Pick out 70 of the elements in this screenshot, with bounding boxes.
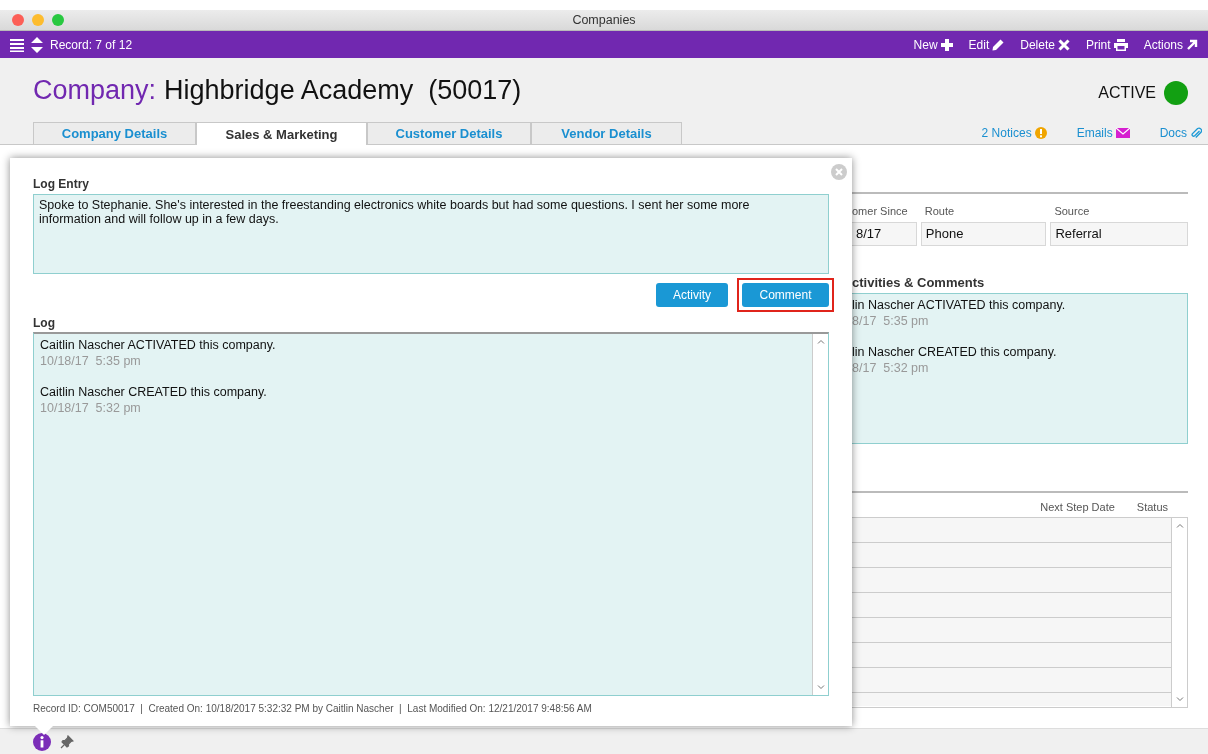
field-label: Route (923, 205, 956, 219)
company-label: Company: (33, 74, 157, 105)
toolbar-button[interactable]: New (913, 37, 953, 52)
section-heading: Log Entry (33, 177, 90, 192)
tab[interactable]: Sales & Marketing (196, 122, 367, 145)
scrollbar[interactable] (812, 334, 828, 695)
window-title: Companies (572, 13, 636, 27)
action-button[interactable]: Comment (742, 283, 829, 307)
envelope-icon (1115, 128, 1130, 138)
table-row[interactable] (852, 518, 1171, 543)
toolbar-button[interactable]: Actions (1143, 37, 1198, 52)
tab[interactable]: Company Details (33, 122, 196, 144)
entry-text: Caitlin Nascher CREATED this company. (40, 385, 268, 399)
zoom-window-button[interactable] (52, 14, 64, 26)
header-link[interactable]: 2 Notices (981, 126, 1047, 140)
record-counter: Record: 7 of 12 (50, 37, 133, 52)
table-row[interactable] (852, 693, 1171, 706)
scroll-up-icon (815, 337, 826, 347)
column-header: Status (1136, 501, 1168, 515)
entry-time: 8/17 5:32 pm (852, 361, 930, 375)
field-label: Source (1053, 205, 1091, 219)
field-box: Referral (1050, 222, 1188, 246)
field-box: Phone (920, 222, 1047, 246)
table-row[interactable] (852, 593, 1171, 618)
scroll-up-icon (1174, 521, 1185, 531)
record-info: Record ID: COM50017 | Created On: 10/18/2017 5:32:32 PM by Caitlin Nascher | Last Modified On: 12/21/2017 9:48:56 AM (33, 703, 593, 714)
entry-time: 10/18/17 5:32 pm (40, 401, 142, 415)
column-header: Next Step Date (1040, 501, 1115, 515)
up-down-arrows-icon[interactable] (31, 36, 43, 53)
tab[interactable]: Vendor Details (531, 122, 682, 144)
arrow-icon (1186, 38, 1198, 51)
table-row[interactable] (852, 643, 1171, 668)
plus-icon (940, 38, 953, 51)
pin-icon[interactable] (60, 734, 74, 749)
info-icon[interactable] (33, 732, 51, 751)
toolbar-button[interactable]: Edit (968, 37, 1005, 52)
toolbar-button[interactable]: Delete (1020, 37, 1070, 52)
entry-time: 8/17 5:35 pm (852, 314, 930, 328)
section-heading: ctivities & Comments (852, 275, 986, 291)
scroll-down-icon (1174, 694, 1185, 704)
close-icon[interactable] (831, 164, 847, 180)
log-entry-field[interactable]: Spoke to Stephanie. She's interested in the freestanding electronics white boards but had some questions. I sent her some more information and will follow up in a few days. (33, 194, 829, 274)
header-link[interactable]: Emails (1076, 126, 1130, 140)
paperclip-icon (1190, 127, 1202, 139)
scroll-down-icon (815, 682, 826, 692)
toolbar-button[interactable]: Print (1085, 37, 1128, 52)
warning-icon (1034, 127, 1047, 139)
entry-text: lin Nascher CREATED this company. (852, 345, 1058, 359)
status-text: ACTIVE (1098, 84, 1156, 102)
cross-icon (1057, 38, 1070, 51)
pencil-icon (992, 38, 1005, 51)
scrollbar[interactable] (1171, 518, 1187, 707)
section-heading: Log (33, 316, 56, 331)
entry-text: lin Nascher ACTIVATED this company. (852, 298, 1067, 312)
field-label: omer Since (852, 205, 909, 219)
field-box: 8/17 (852, 222, 917, 246)
table-row[interactable] (852, 668, 1171, 693)
action-button[interactable]: Activity (656, 283, 728, 307)
minimize-window-button[interactable] (32, 14, 44, 26)
table-row[interactable] (852, 618, 1171, 643)
entry-text: Caitlin Nascher ACTIVATED this company. (40, 338, 277, 352)
company-name: Highbridge Academy (50017) (164, 74, 522, 105)
table-row[interactable] (852, 543, 1171, 568)
tab[interactable]: Customer Details (367, 122, 531, 144)
table-row[interactable] (852, 568, 1171, 593)
entry-time: 10/18/17 5:35 pm (40, 354, 142, 368)
header-link[interactable]: Docs (1159, 126, 1202, 140)
close-window-button[interactable] (12, 14, 24, 26)
printer-icon (1113, 38, 1128, 51)
menu-icon (10, 37, 24, 52)
